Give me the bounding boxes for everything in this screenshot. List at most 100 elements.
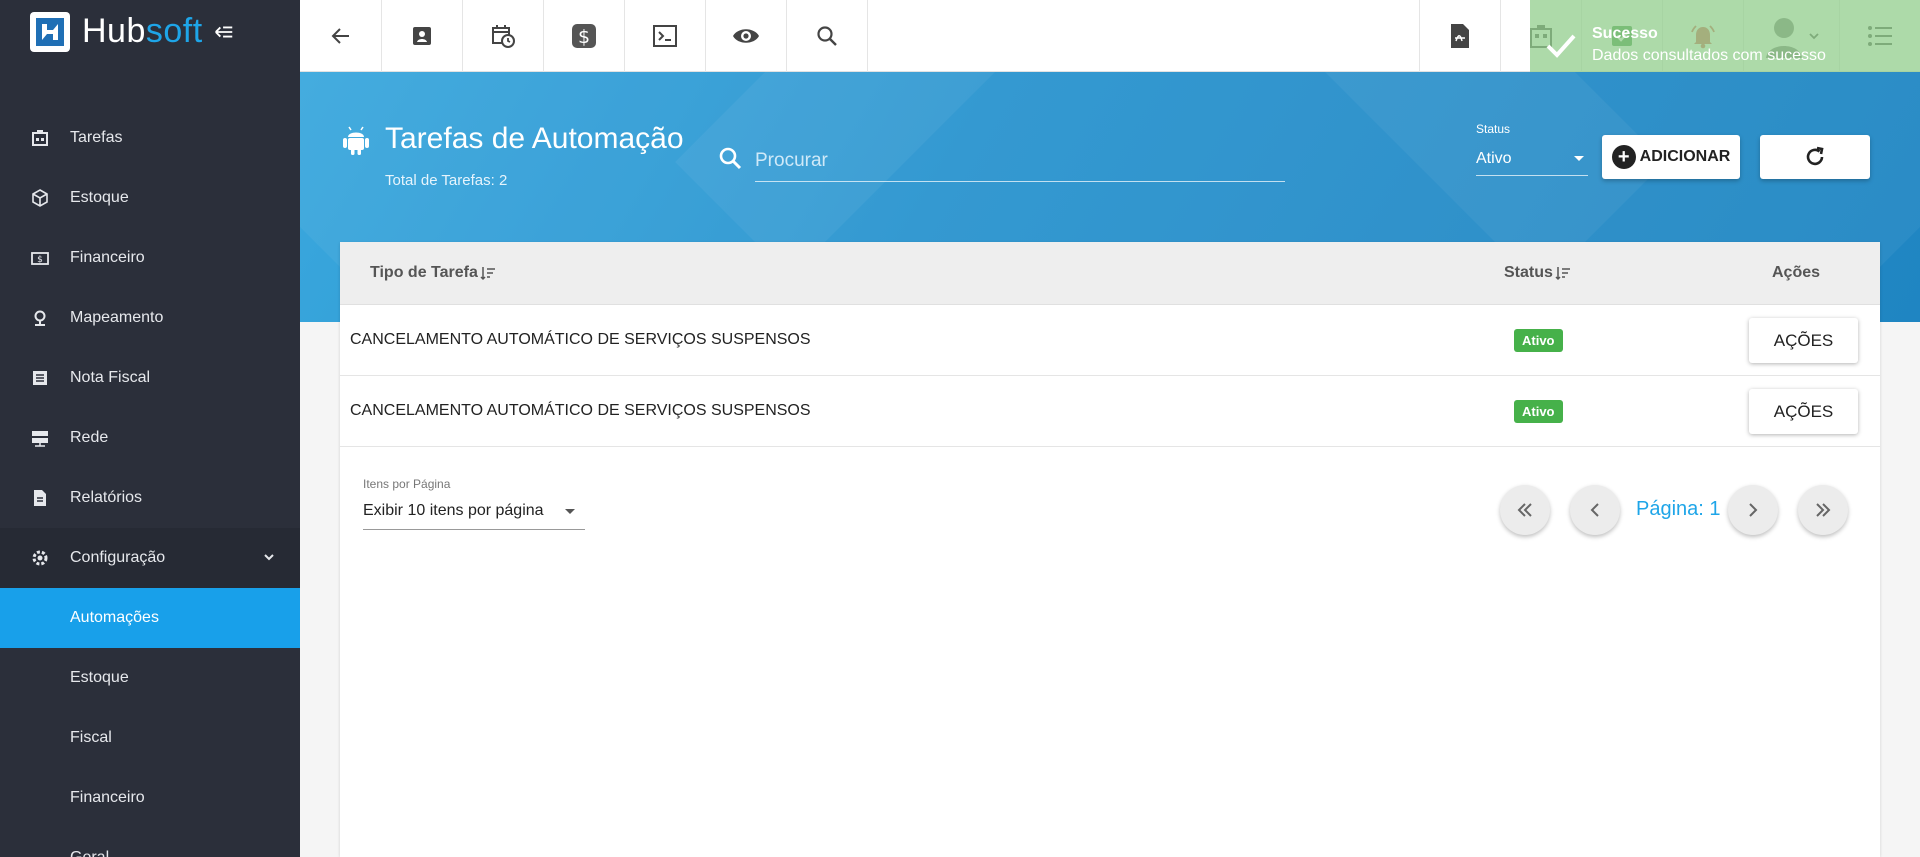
chevron-down-icon [264, 554, 274, 561]
current-page: Página: 1 [1636, 498, 1721, 520]
pdf-icon [1451, 24, 1469, 48]
box-icon [30, 188, 50, 208]
per-page-label: Itens por Página [363, 477, 451, 491]
sidebar-item-label: Estoque [70, 189, 129, 206]
first-page-button[interactable] [1500, 485, 1550, 535]
sidebar-item-mapeamento[interactable]: Mapeamento [0, 288, 300, 348]
sidebar-item-label: Rede [70, 429, 109, 446]
view-button[interactable] [706, 0, 787, 72]
status-filter-select[interactable]: Ativo [1476, 142, 1588, 176]
terminal-icon [653, 25, 677, 47]
status-filter-label: Status [1476, 122, 1511, 136]
map-pin-icon [30, 308, 50, 328]
sidebar-item-configuracao[interactable]: Configuração [0, 528, 300, 588]
column-header-label: Tipo de Tarefa [370, 264, 478, 281]
sidebar-item-label: Estoque [70, 669, 129, 686]
per-page-value: Exibir 10 itens por página [363, 501, 544, 519]
column-header-label: Status [1504, 264, 1553, 281]
sidebar-item-label: Relatórios [70, 489, 143, 506]
sidebar-item-financeiro[interactable]: $ Financeiro [0, 228, 300, 288]
actions-button[interactable]: AÇÕES [1749, 318, 1858, 363]
hubsoft-logo-icon [30, 11, 70, 52]
eye-icon [733, 29, 759, 43]
sort-icon [1555, 267, 1570, 281]
double-chevron-right-icon [1816, 503, 1831, 517]
document-icon [30, 488, 50, 508]
per-page-select[interactable]: Exibir 10 itens por página [363, 492, 585, 530]
svg-text:$: $ [37, 255, 43, 265]
brand: Hubsoft [0, 0, 300, 63]
table-row: CANCELAMENTO AUTOMÁTICO DE SERVIÇOS SUSP… [340, 376, 1880, 447]
toast-content: Sucesso Dados consultados com sucesso [1592, 25, 1826, 65]
task-type-cell: CANCELAMENTO AUTOMÁTICO DE SERVIÇOS SUSP… [350, 402, 811, 419]
sidebar: Hubsoft Tarefas Estoque $ Financeiro Map… [0, 0, 300, 857]
actions-button[interactable]: AÇÕES [1749, 389, 1858, 434]
sidebar-item-label: Mapeamento [70, 309, 164, 326]
terminal-button[interactable] [625, 0, 706, 72]
sidebar-item-label: Geral [70, 849, 109, 857]
search-icon [719, 147, 742, 170]
contact-card-icon [413, 27, 431, 45]
android-icon [343, 126, 369, 155]
check-icon [1546, 34, 1576, 58]
status-filter-value: Ativo [1476, 149, 1512, 167]
sidebar-subitem-estoque[interactable]: Estoque [0, 648, 300, 708]
dropdown-caret-icon [565, 509, 575, 514]
refresh-icon [1806, 146, 1824, 166]
sidebar-item-tarefas[interactable]: Tarefas [0, 108, 300, 168]
chevron-right-icon [1749, 503, 1758, 517]
sidebar-subitem-geral[interactable]: Geral [0, 828, 300, 857]
collapse-menu-icon[interactable] [213, 21, 235, 43]
arrow-left-icon [331, 28, 349, 44]
sort-icon [480, 267, 495, 281]
column-header-type[interactable]: Tipo de Tarefa [370, 264, 496, 282]
sidebar-item-label: Tarefas [70, 129, 123, 146]
add-button-label: ADICIONAR [1639, 148, 1731, 165]
last-page-button[interactable] [1798, 485, 1848, 535]
sidebar-item-nota-fiscal[interactable]: Nota Fiscal [0, 348, 300, 408]
sidebar-item-label: Configuração [70, 549, 166, 566]
svg-text:$: $ [578, 26, 590, 48]
page-title: Tarefas de Automação [385, 122, 684, 155]
gear-icon [30, 548, 50, 568]
add-button[interactable]: + ADICIONAR [1602, 135, 1740, 179]
dollar-icon: $ [572, 24, 596, 48]
task-type-cell: CANCELAMENTO AUTOMÁTICO DE SERVIÇOS SUSP… [350, 331, 811, 348]
money-icon: $ [30, 248, 50, 268]
sidebar-item-estoque[interactable]: Estoque [0, 168, 300, 228]
next-page-button[interactable] [1728, 485, 1778, 535]
finance-button[interactable]: $ [544, 0, 625, 72]
pdf-button[interactable] [1419, 0, 1500, 72]
chevron-left-icon [1590, 503, 1599, 517]
sidebar-subitem-fiscal[interactable]: Fiscal [0, 708, 300, 768]
server-icon [30, 428, 50, 448]
sidebar-item-label: Financeiro [70, 789, 145, 806]
column-header-status[interactable]: Status [1504, 264, 1571, 282]
refresh-button[interactable] [1760, 135, 1870, 179]
sidebar-subitem-automacoes[interactable]: Automações [0, 588, 300, 648]
dropdown-caret-icon [1574, 156, 1584, 161]
status-badge: Ativo [1514, 400, 1563, 423]
schedule-button[interactable] [463, 0, 544, 72]
search-input[interactable] [755, 140, 1285, 182]
sidebar-item-label: Fiscal [70, 729, 112, 746]
previous-page-button[interactable] [1570, 485, 1620, 535]
contacts-button[interactable] [382, 0, 463, 72]
sidebar-menu: Tarefas Estoque $ Financeiro Mapeamento … [0, 108, 300, 857]
back-button[interactable] [300, 0, 382, 72]
calendar-clock-icon [492, 25, 515, 48]
sidebar-subitem-financeiro[interactable]: Financeiro [0, 768, 300, 828]
column-header-actions: Ações [1772, 264, 1820, 282]
task-count: Total de Tarefas: 2 [385, 172, 508, 189]
column-header-label: Ações [1772, 264, 1821, 281]
tasks-card: Tipo de Tarefa Status Ações CANCELAMENTO… [340, 242, 1880, 857]
table-row: CANCELAMENTO AUTOMÁTICO DE SERVIÇOS SUSP… [340, 305, 1880, 376]
sidebar-item-label: Automações [70, 609, 159, 626]
search-toolbar-button[interactable] [787, 0, 868, 72]
sidebar-item-relatorios[interactable]: Relatórios [0, 468, 300, 528]
sidebar-item-rede[interactable]: Rede [0, 408, 300, 468]
double-chevron-left-icon [1517, 503, 1532, 517]
table-header: Tipo de Tarefa Status Ações [340, 242, 1880, 305]
status-badge: Ativo [1514, 329, 1563, 352]
plus-circle-icon: + [1611, 145, 1636, 169]
